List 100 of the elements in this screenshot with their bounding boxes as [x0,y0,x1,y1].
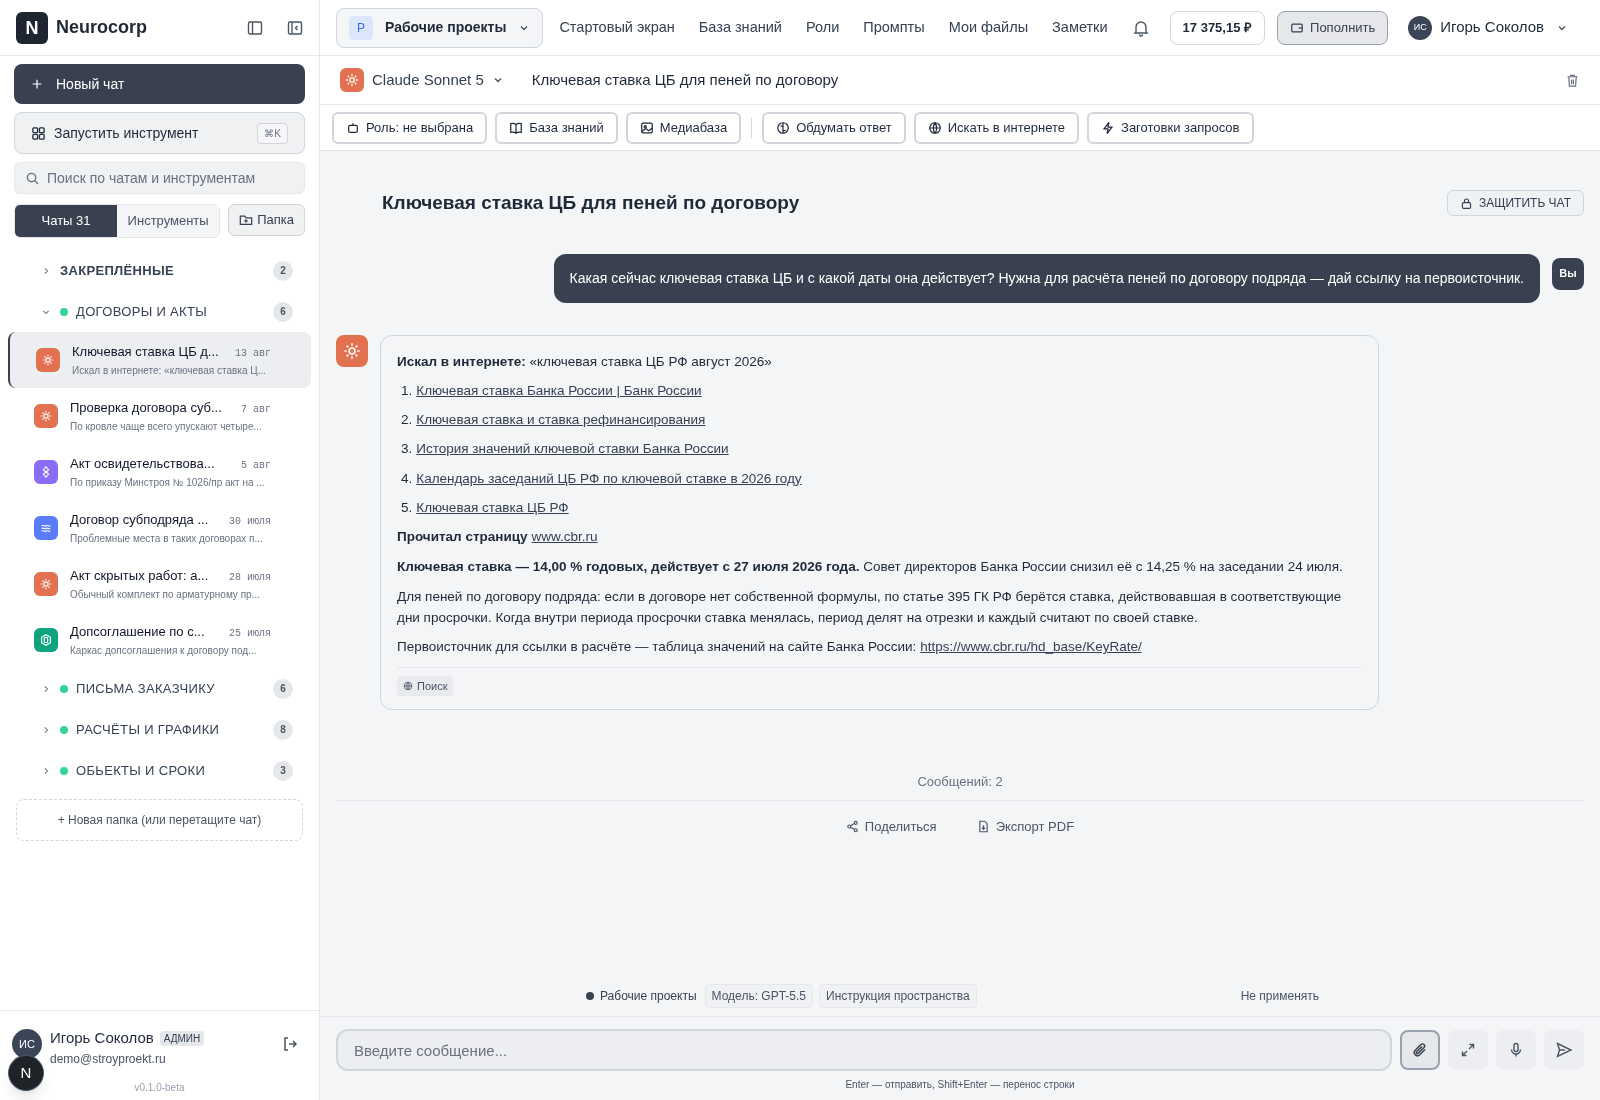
action-button[interactable]: Экспорт PDF [976,816,1075,836]
collapse-icon[interactable] [287,19,303,36]
chat-item[interactable]: Ключевая ставка ЦБ д... 13 авг Искал в интернете: «ключевая ставка Ц... [8,332,311,388]
new-chat-button[interactable]: Новый чат [14,64,305,104]
tab[interactable]: Чаты 31 [15,205,118,237]
page-link[interactable]: www.cbr.ru [531,527,598,548]
notification-icon[interactable] [1131,18,1150,37]
file-icon [976,819,990,833]
context-workspace: Рабочие проекты [600,988,697,1005]
nav-link[interactable]: Мои файлы [948,16,1029,39]
assistant-avatar-icon [336,334,368,367]
message-count: Сообщений: 2 [916,773,1004,791]
message-input[interactable]: Введите сообщение... [336,1029,1392,1071]
source-link[interactable]: Ключевая ставка и ставка рефинансирования [416,410,706,431]
model-selector[interactable]: Claude Sonnet 5 [372,68,484,92]
context-chip[interactable]: Модель: GPT-5.5 [704,984,813,1008]
microphone-icon [1508,1042,1524,1058]
image-icon [639,120,654,135]
send-button[interactable] [1544,1030,1584,1070]
logout-icon[interactable] [281,1035,299,1053]
folder-name[interactable]: ПИСЬМА ЗАКАЗЧИКУ [76,678,265,699]
source-link[interactable]: История значений ключевой ставки Банка России [416,439,729,460]
user-avatar: Вы [1552,257,1584,290]
run-tool-button[interactable]: Запустить инструмент ⌘K [14,112,305,154]
chat-item[interactable]: Акт скрытых работ: а... 28 июля Обычный комплект по арматурному пр... [8,556,311,612]
count-badge: 2 [273,260,293,281]
globe-icon [927,120,942,135]
tool-button[interactable]: Обдумать ответ [762,111,906,144]
source-link[interactable]: Ключевая ставка ЦБ РФ [416,497,569,518]
source-link[interactable]: Календарь заседаний ЦБ РФ по ключевой ставке в 2026 году [416,468,802,489]
shortcut-badge: ⌘K [257,122,288,144]
folder-name[interactable]: ОБЬЕКТЫ И СРОКИ [76,760,265,781]
plus-icon [30,77,44,91]
tab[interactable]: Инструменты [117,205,220,237]
sidebar-icon[interactable] [247,19,263,36]
answer-paragraph: Ключевая ставка — 14,00 % годовых, действует с 27 июля 2026 года. Совет директоров Банка России снизил её с 14,25 % на заседании 24 июля. [397,558,1344,577]
folder-button[interactable]: Папка [228,204,305,236]
composer-hint: Enter — отправить, Shift+Enter — перенос строки [844,1078,1076,1092]
user-avatar: ИС [12,1029,42,1059]
source-url-link[interactable]: https://www.cbr.ru/hd_base/KeyRate/ [920,637,1142,658]
folder-name[interactable]: ЗАКРЕПЛЁННЫЕ [60,260,265,281]
balance-display: 17 375,15 ₽ [1169,10,1266,45]
user-email: demo@stroyproekt.ru [50,1050,167,1068]
answer-paragraph: Для пеней по договору подряда: если в договоре нет собственной формулы, по статье 395 ГК РФ берётся ставка, действовавшая в соответствующие дни просрочки. Когда внутри периода просрочки ставка менялась, период делят на отрезки и каждый считают по своей ставке. [397,588,1343,628]
nav-link[interactable]: Роли [805,16,840,39]
chat-item[interactable]: Проверка договора суб... 7 авг По кровле чаще всего упускают четыре... [8,388,311,444]
chat-title: Ключевая ставка ЦБ для пеней по договору [531,69,840,90]
delete-icon[interactable] [1565,72,1580,88]
search-field[interactable]: Поиск по чатам и инструментам [14,162,305,194]
microphone-button[interactable] [1496,1030,1536,1070]
tool-button[interactable]: Заготовки запросов [1087,111,1254,144]
tool-button[interactable]: База знаний [495,111,618,144]
list-number: 3. [401,440,413,459]
tool-button[interactable]: Роль: не выбрана [332,111,488,144]
user-name: Игорь Соколов [50,1028,154,1048]
grid-icon [31,125,46,141]
share-icon [845,819,859,833]
nav-link[interactable]: Стартовый экран [559,16,675,39]
attach-button[interactable] [1400,1030,1440,1070]
header-user-name[interactable]: Игорь Соколов [1440,16,1544,39]
action-button[interactable]: Поделиться [845,816,937,836]
floating-logo-button[interactable]: N [8,1055,44,1091]
header-avatar: ИС [1408,15,1433,40]
context-chip[interactable]: Инструкция пространства [819,984,977,1008]
read-label: Прочитал страницу [397,528,528,546]
nav-link[interactable]: Заметки [1052,16,1108,39]
book-icon [509,120,524,135]
nav-link[interactable]: Промпты [863,16,925,39]
workspace-selector[interactable]: Р Рабочие проекты [336,7,544,48]
source-link[interactable]: Ключевая ставка Банка России | Банк России [416,380,702,401]
conversation-title: Ключевая ставка ЦБ для пеней по договору [382,191,801,215]
tool-button[interactable]: Медиабаза [625,111,742,144]
search-tag: Поиск [397,675,454,696]
list-number: 2. [401,411,413,429]
tool-button[interactable]: Искать в интернете [913,111,1080,144]
new-folder-button[interactable]: + Новая папка (или перетащите чат) [16,799,303,841]
folder-name[interactable]: ДОГОВОРЫ И АКТЫ [76,301,265,322]
send-icon [1555,1041,1573,1059]
folder-name[interactable]: РАСЧЁТЫ И ГРАФИКИ [76,719,265,740]
list-number: 4. [401,469,413,488]
chat-item[interactable]: Договор субподряда ... 30 июля Проблемные места в таких договорах п... [8,500,311,556]
dismiss-link[interactable]: Не применять [1240,987,1320,1005]
count-badge: 6 [273,678,293,699]
workspace-name: Рабочие проекты [385,18,507,37]
chat-item[interactable]: Акт освидетельствова... 5 авг По приказу Минстроя № 1026/пр акт на ... [8,444,311,500]
protect-chat-button[interactable]: ЗАЩИТИТЬ ЧАТ [1447,190,1584,217]
brand-name: Neurocorp [56,16,148,39]
version-label: v0.1.0-beta [134,1080,185,1095]
workspace-avatar: Р [349,15,373,40]
list-number: 1. [401,381,413,400]
count-badge: 8 [273,719,293,740]
search-icon [26,172,39,185]
folder-plus-icon [239,213,254,227]
chat-item[interactable]: Допсоглашение по с... 25 июля Каркас допсоглашения к договору под... [8,612,311,668]
logo-icon: N [16,11,48,44]
role-badge: АДМИН [159,1030,205,1046]
nav-link[interactable]: База знаний [698,16,782,39]
top-up-button[interactable]: Пополнить [1277,10,1389,45]
bolt-icon [1101,120,1116,135]
user-message: Какая сейчас ключевая ставка ЦБ и с какой даты она действует? Нужна для расчёта пеней по договору подряда — дай ссылку на первоисточник. [553,253,1540,303]
